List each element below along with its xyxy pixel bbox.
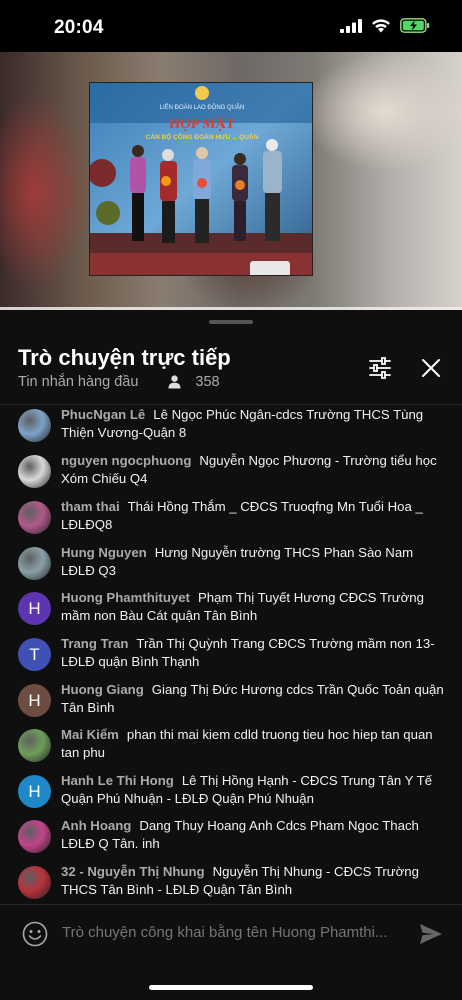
- banner-sub-text: CÁN BỘ CÔNG ĐOÀN HƯU ... QUẬN: [146, 132, 259, 141]
- avatar[interactable]: [18, 729, 51, 762]
- chat-message-author[interactable]: Hung Nguyen: [61, 545, 147, 560]
- live-chat-panel: Trò chuyện trực tiếp Tin nhắn hàng đầu 3…: [0, 310, 462, 1000]
- video-background-blur: [0, 92, 90, 292]
- avatar[interactable]: [18, 409, 51, 442]
- avatar[interactable]: [18, 820, 51, 853]
- video-player[interactable]: LIÊN ĐOÀN LAO ĐỘNG QUẬN HỌP MẶT CÁN BỘ C…: [0, 52, 462, 310]
- banner-title-text: HỌP MẶT: [169, 115, 235, 132]
- chat-message-author[interactable]: Mai Kiểm: [61, 727, 119, 742]
- chat-message-text: Hanh Le Thi Hong Lê Thị Hồng Hạnh - CĐCS …: [61, 772, 446, 808]
- chat-message-text: nguyen ngocphuong Nguyễn Ngọc Phương - Tr…: [61, 452, 446, 488]
- filter-button[interactable]: [366, 354, 394, 382]
- chat-message-text: Mai Kiểm phan thi mai kiem cdld truong ti…: [61, 726, 446, 762]
- status-icons: [340, 18, 430, 33]
- chat-message-author[interactable]: PhucNgan Lê: [61, 407, 145, 422]
- avatar[interactable]: H: [18, 684, 51, 717]
- banner-org-text: LIÊN ĐOÀN LAO ĐỘNG QUẬN: [160, 103, 245, 111]
- avatar[interactable]: H: [18, 775, 51, 808]
- chat-message-author[interactable]: Huong Giang: [61, 682, 144, 697]
- chat-message-author[interactable]: Anh Hoang: [61, 818, 131, 833]
- chat-message-input[interactable]: [62, 924, 392, 941]
- person-icon: [168, 375, 181, 389]
- input-divider: [0, 904, 462, 905]
- avatar[interactable]: [18, 547, 51, 580]
- chat-message-text: Huong Giang Giang Thị Đức Hương cdcs Trần…: [61, 681, 446, 717]
- chat-message-text: Trang Tran Trần Thị Quỳnh Trang CĐCS Trườ…: [61, 635, 446, 671]
- chat-message-text: Anh Hoang Dang Thuy Hoang Anh Cdcs Pham N…: [61, 817, 446, 853]
- sliders-icon: [369, 357, 391, 379]
- viewer-count: 358: [168, 374, 220, 390]
- chat-message-text: 32 - Nguyễn Thị Nhung Nguyễn Thị Nhung - …: [61, 863, 446, 899]
- wifi-icon: [372, 19, 390, 33]
- chat-message-author[interactable]: 32 - Nguyễn Thị Nhung: [61, 864, 205, 879]
- chat-message-text: PhucNgan Lê Lê Ngọc Phúc Ngân-cdcs Trường…: [61, 406, 446, 442]
- avatar[interactable]: [18, 866, 51, 899]
- avatar[interactable]: [18, 501, 51, 534]
- send-icon[interactable]: [418, 922, 444, 946]
- home-indicator: [149, 985, 313, 990]
- battery-charging-icon: [400, 18, 430, 33]
- status-time: 20:04: [54, 17, 104, 38]
- chat-message-text: tham thai Thái Hồng Thắm _ CĐCS Truoqfng …: [61, 498, 446, 534]
- chat-mode-label[interactable]: Tin nhắn hàng đầu: [18, 374, 138, 390]
- chat-message-author[interactable]: tham thai: [61, 499, 120, 514]
- chat-title: Trò chuyện trực tiếp: [18, 345, 231, 370]
- chat-message-author[interactable]: Hanh Le Thi Hong: [61, 773, 174, 788]
- video-background-blur: [300, 52, 462, 172]
- avatar[interactable]: H: [18, 592, 51, 625]
- chat-message-author[interactable]: Huong Phamthituyet: [61, 590, 190, 605]
- status-bar: 20:04: [0, 0, 462, 52]
- avatar[interactable]: [18, 455, 51, 488]
- close-icon: [422, 359, 440, 377]
- chat-message-author[interactable]: nguyen ngocphuong: [61, 453, 191, 468]
- chat-message-author[interactable]: Trang Tran: [61, 636, 128, 651]
- chat-message-text: Huong Phamthituyet Phạm Thị Tuyết Hương C…: [61, 589, 446, 625]
- emoji-icon[interactable]: [22, 921, 48, 947]
- video-frame: LIÊN ĐOÀN LAO ĐỘNG QUẬN HỌP MẶT CÁN BỘ C…: [89, 82, 313, 276]
- close-chat-button[interactable]: [417, 354, 445, 382]
- avatar[interactable]: T: [18, 638, 51, 671]
- chat-message-text: Hung Nguyen Hưng Nguyễn trường THCS Phan …: [61, 544, 446, 580]
- chat-subtitle-row[interactable]: Tin nhắn hàng đầu 358: [18, 374, 220, 390]
- signal-icon: [340, 18, 362, 33]
- viewer-count-value: 358: [195, 374, 220, 390]
- drag-handle[interactable]: [209, 320, 253, 324]
- event-photo: LIÊN ĐOÀN LAO ĐỘNG QUẬN HỌP MẶT CÁN BỘ C…: [90, 83, 312, 275]
- header-divider: [0, 404, 462, 405]
